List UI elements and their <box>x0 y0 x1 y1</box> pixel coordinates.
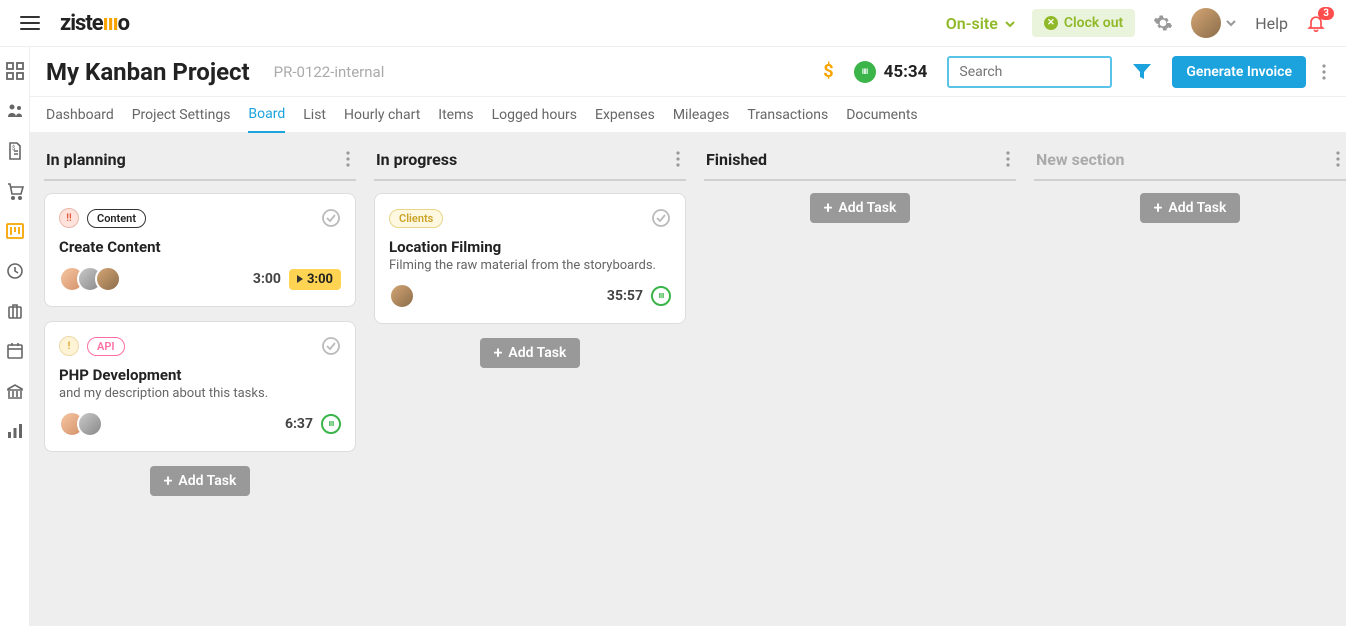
tag-badge: API <box>87 337 125 356</box>
assignee-avatars[interactable] <box>389 283 407 309</box>
card-description: and my description about this tasks. <box>59 386 341 401</box>
plus-icon: + <box>164 473 173 489</box>
avatar <box>389 283 415 309</box>
add-task-button[interactable]: +Add Task <box>150 466 251 496</box>
time-value: 3:00 <box>253 271 281 287</box>
tab-board[interactable]: Board <box>248 97 285 133</box>
clock-out-label: Clock out <box>1064 15 1123 31</box>
calendar-icon[interactable] <box>5 341 25 361</box>
card-title: Create Content <box>59 238 341 256</box>
chevron-down-icon[interactable] <box>1004 18 1014 28</box>
column-more-icon[interactable] <box>1002 147 1014 171</box>
chart-icon[interactable] <box>5 421 25 441</box>
filter-icon[interactable] <box>1132 63 1152 81</box>
logo: zisteıııo <box>60 11 129 36</box>
page-title: My Kanban Project <box>46 58 250 86</box>
card-description: Filming the raw material from the storyb… <box>389 258 671 273</box>
tab-hourly-chart[interactable]: Hourly chart <box>344 97 420 133</box>
clock-out-button[interactable]: ✕ Clock out <box>1032 9 1135 37</box>
add-task-button[interactable]: +Add Task <box>810 193 911 223</box>
column-in-progress: In progress Clients Location Filming Filmin… <box>374 143 686 616</box>
column-title: In progress <box>376 150 457 169</box>
add-task-button[interactable]: +Add Task <box>1140 193 1241 223</box>
column-more-icon[interactable] <box>672 147 684 171</box>
document-icon[interactable]: $ <box>5 141 25 161</box>
chevron-down-icon[interactable] <box>1225 17 1237 29</box>
more-icon[interactable] <box>1318 60 1330 84</box>
time-value: 6:37 <box>285 416 313 432</box>
kanban-board: In planning!! Content Create Content 3:00 3:… <box>30 133 1346 626</box>
column-finished: Finished +Add Task <box>704 143 1016 616</box>
bank-icon[interactable] <box>5 381 25 401</box>
dashboard-icon[interactable] <box>5 61 25 81</box>
tab-expenses[interactable]: Expenses <box>595 97 655 133</box>
column-title: In planning <box>46 150 126 169</box>
play-time-box[interactable]: 3:00 <box>289 269 341 290</box>
tab-items[interactable]: Items <box>438 97 473 133</box>
gear-icon[interactable] <box>1153 13 1173 33</box>
close-icon: ✕ <box>1044 16 1058 30</box>
add-task-button[interactable]: +Add Task <box>480 338 581 368</box>
column-in-planning: In planning!! Content Create Content 3:00 3:… <box>44 143 356 616</box>
plus-icon: + <box>824 200 833 216</box>
assignee-avatars[interactable] <box>59 266 113 292</box>
column-more-icon[interactable] <box>342 147 354 171</box>
avatar[interactable] <box>1191 8 1221 38</box>
check-icon[interactable] <box>321 336 341 356</box>
task-card[interactable]: Clients Location Filming Filming the raw m… <box>374 193 686 324</box>
tag-badge: Content <box>87 209 146 228</box>
priority-badge: ! <box>59 336 79 356</box>
board-icon[interactable] <box>5 221 25 241</box>
tab-mileages[interactable]: Mileages <box>673 97 730 133</box>
audio-icon[interactable]: ıııı <box>321 414 341 434</box>
audio-badge-icon[interactable]: ıııı <box>854 61 876 83</box>
tabs: Dashboard Project Settings Board List Hourly… <box>30 97 1346 133</box>
plus-icon: + <box>494 345 503 361</box>
notification-badge: 3 <box>1318 7 1334 20</box>
hamburger-menu[interactable] <box>20 16 40 30</box>
task-card[interactable]: ! API PHP Development and my description ab… <box>44 321 356 452</box>
time-value: 35:57 <box>607 288 643 304</box>
tab-list[interactable]: List <box>303 97 326 133</box>
column-more-icon[interactable] <box>1332 147 1344 171</box>
tag-badge: Clients <box>389 209 443 228</box>
tab-logged-hours[interactable]: Logged hours <box>492 97 577 133</box>
column-new-section: New section +Add Task <box>1034 143 1346 616</box>
clock-icon[interactable] <box>5 261 25 281</box>
project-code: PR-0122-internal <box>274 63 385 81</box>
column-title: New section <box>1036 150 1125 169</box>
avatar <box>77 411 103 437</box>
side-nav: $ <box>0 47 30 626</box>
avatar <box>95 266 121 292</box>
column-title: Finished <box>706 150 767 169</box>
bell-icon[interactable]: 3 <box>1306 13 1326 33</box>
tab-project-settings[interactable]: Project Settings <box>132 97 231 133</box>
check-icon[interactable] <box>321 208 341 228</box>
help-link[interactable]: Help <box>1255 14 1288 33</box>
money-icon[interactable]: $ <box>823 61 833 82</box>
suitcase-icon[interactable] <box>5 301 25 321</box>
tab-documents[interactable]: Documents <box>846 97 917 133</box>
plus-icon: + <box>1154 200 1163 216</box>
users-icon[interactable] <box>5 101 25 121</box>
onsite-label[interactable]: On-site <box>946 14 998 33</box>
cart-icon[interactable] <box>5 181 25 201</box>
tab-dashboard[interactable]: Dashboard <box>46 97 114 133</box>
timer-value: 45:34 <box>884 62 928 82</box>
search-input[interactable] <box>947 56 1112 88</box>
tab-transactions[interactable]: Transactions <box>747 97 828 133</box>
check-icon[interactable] <box>651 208 671 228</box>
card-title: Location Filming <box>389 238 671 256</box>
audio-icon[interactable]: ıııı <box>651 286 671 306</box>
assignee-avatars[interactable] <box>59 411 95 437</box>
generate-invoice-button[interactable]: Generate Invoice <box>1172 56 1306 88</box>
card-title: PHP Development <box>59 366 341 384</box>
priority-badge: !! <box>59 208 79 228</box>
task-card[interactable]: !! Content Create Content 3:00 3:00 <box>44 193 356 307</box>
